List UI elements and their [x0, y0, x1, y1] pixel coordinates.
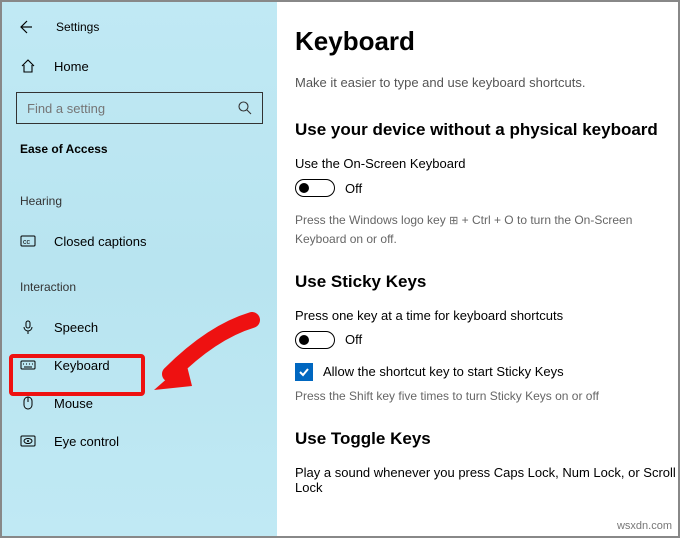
sidebar-item-closed-captions[interactable]: cc Closed captions — [2, 222, 277, 260]
section-heading-sticky: Use Sticky Keys — [295, 272, 678, 292]
eye-icon — [20, 433, 36, 449]
nav-label: Eye control — [54, 434, 119, 449]
search-input[interactable] — [16, 92, 263, 124]
group-interaction: Interaction — [2, 260, 277, 308]
osk-toggle-state: Off — [345, 181, 362, 196]
nav-label: Keyboard — [54, 358, 110, 373]
sidebar-item-mouse[interactable]: Mouse — [2, 384, 277, 422]
sticky-shortcut-label: Allow the shortcut key to start Sticky K… — [323, 364, 564, 379]
nav-label: Speech — [54, 320, 98, 335]
section-title: Ease of Access — [2, 138, 277, 174]
settings-sidebar: Settings Home Ease of Access Hearing cc … — [2, 2, 277, 536]
sticky-hint: Press the Shift key five times to turn S… — [295, 387, 655, 405]
nav-label: Mouse — [54, 396, 93, 411]
sidebar-item-keyboard[interactable]: Keyboard — [2, 346, 277, 384]
toggle-keys-desc: Play a sound whenever you press Caps Loc… — [295, 465, 678, 495]
sidebar-item-eye-control[interactable]: Eye control — [2, 422, 277, 460]
osk-toggle-label: Use the On-Screen Keyboard — [295, 156, 678, 171]
home-label: Home — [54, 59, 89, 74]
windows-key-icon: ⊞ — [449, 215, 458, 227]
microphone-icon — [20, 319, 36, 335]
captions-icon: cc — [20, 233, 36, 249]
main-content: Keyboard Make it easier to type and use … — [277, 2, 678, 536]
watermark: wsxdn.com — [617, 520, 672, 532]
nav-label: Closed captions — [54, 234, 147, 249]
sidebar-item-home[interactable]: Home — [2, 48, 277, 84]
group-hearing: Hearing — [2, 174, 277, 222]
sticky-shortcut-checkbox[interactable] — [295, 363, 313, 381]
back-button[interactable] — [16, 18, 34, 36]
window-title: Settings — [56, 20, 99, 34]
sticky-toggle[interactable] — [295, 331, 335, 349]
svg-text:cc: cc — [23, 239, 31, 246]
search-icon — [237, 100, 253, 116]
keyboard-icon — [20, 357, 36, 373]
home-icon — [20, 58, 36, 74]
sidebar-item-speech[interactable]: Speech — [2, 308, 277, 346]
osk-toggle[interactable] — [295, 179, 335, 197]
section-heading-osk: Use your device without a physical keybo… — [295, 120, 678, 140]
sticky-toggle-label: Press one key at a time for keyboard sho… — [295, 308, 678, 323]
mouse-icon — [20, 395, 36, 411]
sticky-toggle-state: Off — [345, 332, 362, 347]
page-subtitle: Make it easier to type and use keyboard … — [295, 75, 678, 90]
page-title: Keyboard — [295, 26, 678, 57]
osk-hint: Press the Windows logo key ⊞ + Ctrl + O … — [295, 211, 655, 248]
section-heading-toggle-keys: Use Toggle Keys — [295, 429, 678, 449]
